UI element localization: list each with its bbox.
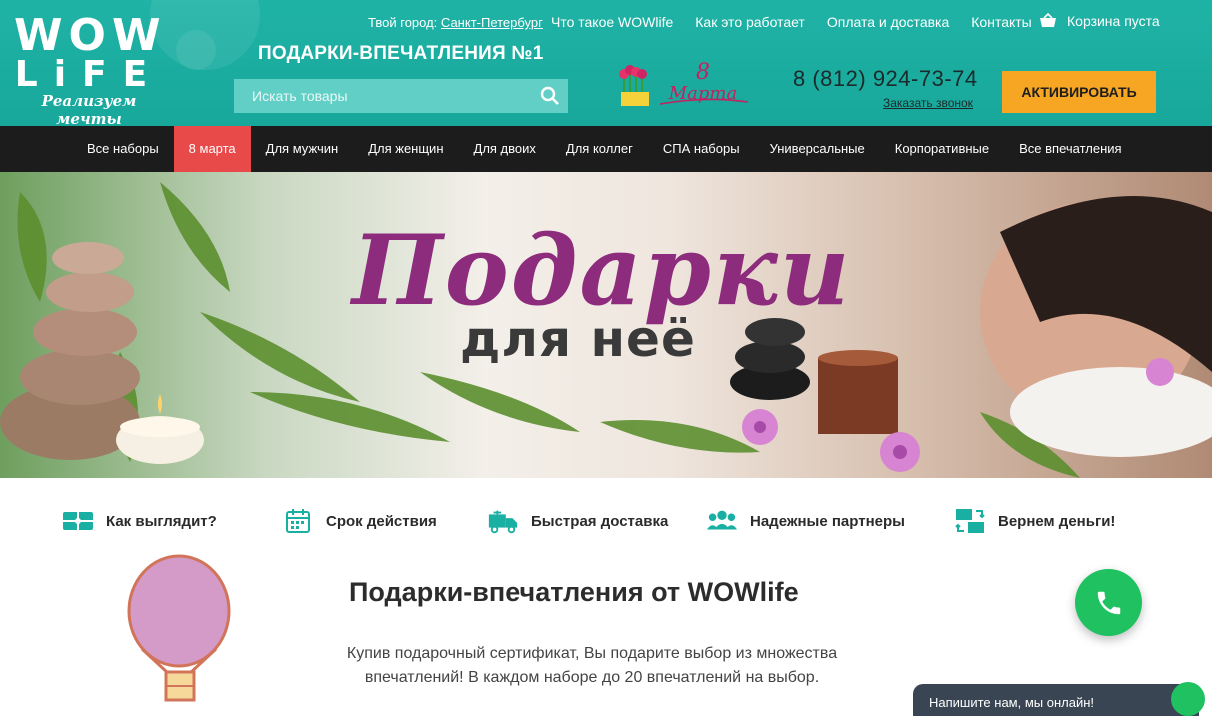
nav-item-all-sets[interactable]: Все наборы xyxy=(72,126,174,172)
decor-circle xyxy=(176,30,216,70)
main-nav: Все наборы 8 марта Для мужчин Для женщин… xyxy=(0,126,1212,172)
top-nav: Что такое WOWlife Как это работает Оплат… xyxy=(551,14,1032,30)
phone-number[interactable]: 8 (812) 924-73-74 xyxy=(793,66,978,92)
cart-label: Корзина пуста xyxy=(1067,13,1160,29)
gift-card-icon xyxy=(62,508,94,534)
hero-banner[interactable]: Подарки для неё xyxy=(0,172,1212,478)
money-back-icon xyxy=(954,508,986,534)
calendar-icon xyxy=(282,508,314,534)
feature-label: Как выглядит? xyxy=(106,512,217,530)
feature-validity[interactable]: Срок действия xyxy=(282,508,437,534)
nav-item-all-experiences[interactable]: Все впечатления xyxy=(1004,126,1136,172)
city-link[interactable]: Санкт-Петербург xyxy=(441,15,543,30)
top-nav-how-it-works[interactable]: Как это работает xyxy=(695,14,805,30)
feature-label: Срок действия xyxy=(326,512,437,530)
top-nav-payment-delivery[interactable]: Оплата и доставка xyxy=(827,14,949,30)
top-nav-what-is[interactable]: Что такое WOWlife xyxy=(551,14,673,30)
nav-item-march-8[interactable]: 8 марта xyxy=(173,126,251,172)
nav-item-universal[interactable]: Универсальные xyxy=(755,126,880,172)
delivery-truck-icon xyxy=(487,508,519,534)
chat-label: Напишите нам, мы онлайн! xyxy=(929,695,1095,710)
city-selector: Твой город: Санкт-Петербург xyxy=(368,15,543,30)
search-input[interactable] xyxy=(234,79,534,113)
section-title: Подарки-впечатления от WOWlife xyxy=(349,577,799,607)
nav-item-for-two[interactable]: Для двоих xyxy=(459,126,551,172)
hot-air-balloon-icon xyxy=(127,554,231,702)
feature-money-back[interactable]: Вернем деньги! xyxy=(954,508,1115,534)
city-prefix: Твой город: xyxy=(368,15,438,30)
feature-label: Быстрая доставка xyxy=(531,512,669,530)
chat-widget[interactable]: Напишите нам, мы онлайн! xyxy=(913,682,1205,716)
section-text: Купив подарочный сертификат, Вы подарите… xyxy=(346,645,838,686)
activate-button[interactable]: АКТИВИРОВАТЬ xyxy=(1002,71,1156,113)
logo-slogan: Реализуем мечты xyxy=(41,92,137,128)
phone-icon xyxy=(1097,591,1120,614)
callback-link[interactable]: Заказать звонок xyxy=(883,96,973,110)
nav-item-for-colleagues[interactable]: Для коллег xyxy=(551,126,648,172)
logo-word-life: LiFE xyxy=(14,54,164,95)
basket-icon xyxy=(1040,13,1056,27)
tagline: ПОДАРКИ-ВПЕЧАТЛЕНИЯ №1 xyxy=(258,43,544,64)
hero-subtitle: для неё xyxy=(460,310,696,368)
promo-number: 8 xyxy=(696,60,710,85)
chat-online-indicator xyxy=(1171,682,1205,716)
nav-item-corporate[interactable]: Корпоративные xyxy=(880,126,1004,172)
top-nav-contacts[interactable]: Контакты xyxy=(971,14,1031,30)
features-row: Как выглядит? Срок действия Быстрая дост… xyxy=(0,500,1212,544)
feature-label: Надежные партнеры xyxy=(750,512,905,530)
feature-fast-delivery[interactable]: Быстрая доставка xyxy=(487,508,668,534)
promo-word: Марта xyxy=(668,83,738,104)
call-button[interactable] xyxy=(1075,569,1142,636)
site-header: WOW LiFE Реализуем мечты Твой город: Сан… xyxy=(0,0,1212,128)
nav-item-for-women[interactable]: Для женщин xyxy=(353,126,458,172)
page: WOW LiFE Реализуем мечты Твой город: Сан… xyxy=(0,0,1212,716)
feature-how-it-looks[interactable]: Как выглядит? xyxy=(62,508,217,534)
search-icon[interactable] xyxy=(540,86,560,106)
nav-item-spa[interactable]: СПА наборы xyxy=(648,126,755,172)
nav-item-for-men[interactable]: Для мужчин xyxy=(251,126,354,172)
feature-partners[interactable]: Надежные партнеры xyxy=(706,508,905,534)
cart-link[interactable]: Корзина пуста xyxy=(1039,13,1160,29)
search-box xyxy=(234,79,568,113)
logo[interactable]: WOW LiFE Реализуем мечты xyxy=(14,8,164,128)
partners-icon xyxy=(706,508,738,534)
promo-march-8[interactable]: 8 Марта xyxy=(658,62,748,104)
feature-label: Вернем деньги! xyxy=(998,512,1116,530)
